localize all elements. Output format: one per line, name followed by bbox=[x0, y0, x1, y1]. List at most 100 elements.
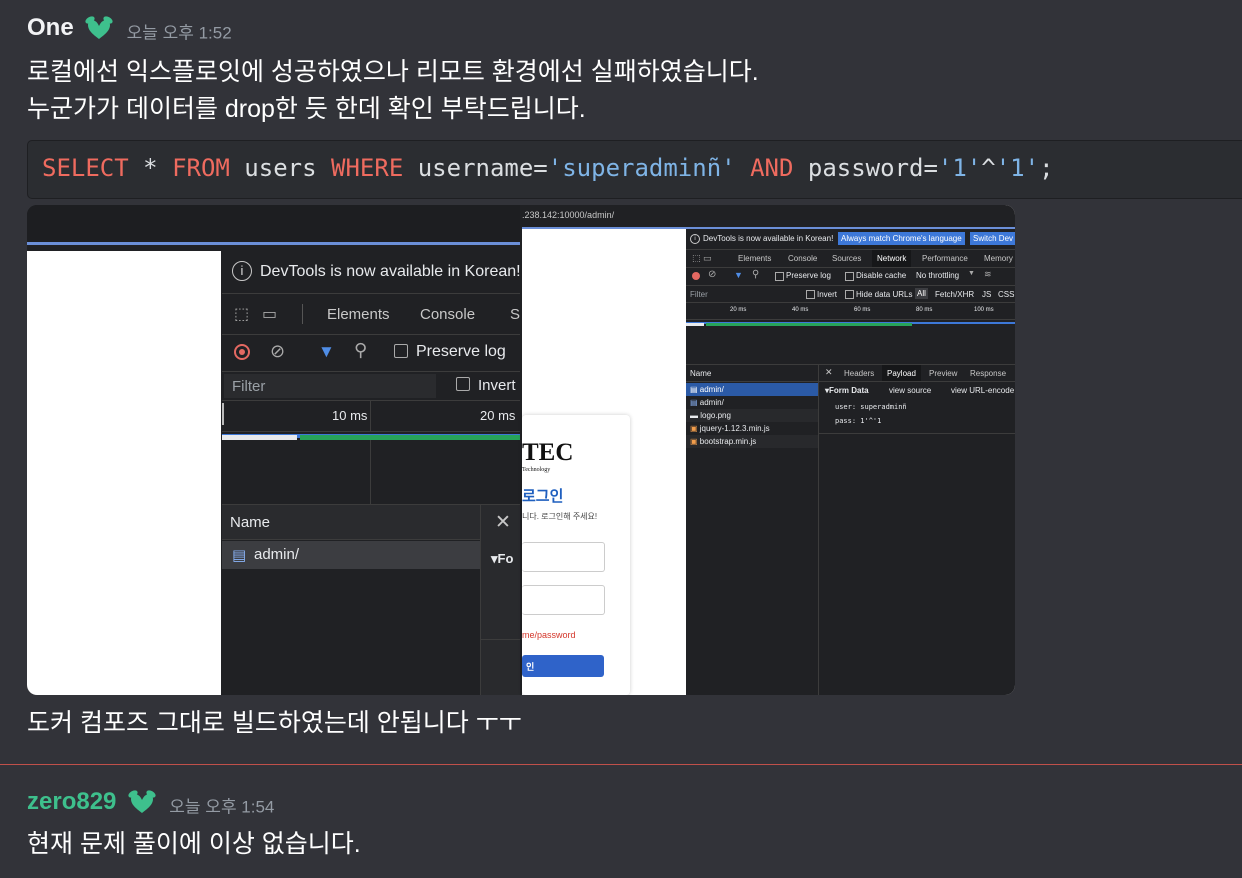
tab-elements[interactable]: Elements bbox=[738, 254, 771, 263]
code-token: ^ bbox=[981, 154, 996, 182]
tab-sources[interactable]: Sources bbox=[832, 254, 861, 263]
notice-text: DevTools is now available in Korean! bbox=[260, 263, 521, 280]
info-icon: i bbox=[690, 234, 700, 244]
filter-icon[interactable]: ▼ bbox=[318, 342, 335, 362]
filter-js[interactable]: JS bbox=[982, 290, 991, 299]
view-source-link[interactable]: view source bbox=[889, 386, 931, 395]
filter-icon[interactable]: ▼ bbox=[734, 270, 743, 280]
tab-memory[interactable]: Memory bbox=[984, 254, 1013, 263]
top-bar bbox=[27, 205, 520, 243]
pass-param: pass: 1'^'1 bbox=[835, 417, 882, 425]
filter-css[interactable]: CSS bbox=[998, 290, 1014, 299]
match-language-button[interactable]: Always match Chrome's language bbox=[838, 232, 965, 245]
tab-payload[interactable]: Payload bbox=[882, 365, 921, 381]
switch-button[interactable]: Switch Dev bbox=[970, 232, 1015, 245]
tab-response[interactable]: Response bbox=[970, 369, 1006, 378]
message-line: 도커 컴포즈 그대로 빌드하였는데 안됩니다 ㅜㅜ bbox=[27, 709, 522, 737]
code-token: '1' bbox=[937, 154, 982, 182]
error-message: me/password bbox=[522, 630, 576, 640]
filter-fetch[interactable]: Fetch/XHR bbox=[935, 290, 974, 299]
view-url-encoded-link[interactable]: view URL-encode bbox=[951, 386, 1014, 395]
message-line: 현재 문제 풀이에 이상 없습니다. bbox=[27, 830, 361, 858]
network-toolbar: ⊘ ▼ ⚲ Preserve log bbox=[222, 335, 520, 372]
tab-console[interactable]: Console bbox=[420, 306, 475, 323]
timeline-bars bbox=[222, 432, 520, 505]
login-card: TEC Technology 로그인 니다. 로그인해 주세요! me/pass… bbox=[522, 415, 630, 695]
page-area bbox=[27, 251, 221, 695]
preserve-checkbox[interactable] bbox=[775, 272, 784, 281]
code-token: username= bbox=[403, 154, 548, 182]
url-text: .238.142:10000/admin/ bbox=[522, 210, 615, 220]
device-icon[interactable]: ▭ bbox=[262, 304, 277, 324]
tab-performance[interactable]: Performance bbox=[922, 254, 968, 263]
code-token: users bbox=[229, 154, 332, 182]
author-name[interactable]: zero829 bbox=[27, 788, 116, 815]
message-header: zero829 오늘 오후 1:54 bbox=[27, 788, 274, 820]
form-data-label: ▾Form Data bbox=[825, 386, 869, 395]
zoomed-devtools: i DevTools is now available in Korean! ⬚… bbox=[27, 205, 521, 695]
record-icon[interactable] bbox=[692, 272, 700, 280]
close-icon[interactable]: ✕ bbox=[495, 511, 511, 534]
code-token: WHERE bbox=[331, 154, 404, 182]
message-line: 로컬에선 익스플로잇에 성공하였으나 리모트 환경에선 실패하였습니다. bbox=[27, 58, 759, 86]
request-row[interactable]: ▤ admin/ bbox=[222, 541, 480, 569]
tab-preview[interactable]: Preview bbox=[929, 369, 957, 378]
devtools-panel: i DevTools is now available in Korean! A… bbox=[686, 229, 1015, 695]
inspect-icon[interactable]: ⬚ ▭ bbox=[692, 253, 712, 264]
accent-line bbox=[27, 242, 520, 245]
request-row[interactable]: ▣ bootstrap.min.js bbox=[686, 435, 818, 448]
login-subtitle: 니다. 로그인해 주세요! bbox=[522, 512, 598, 521]
preserve-checkbox[interactable] bbox=[394, 344, 408, 358]
notice-bar: i DevTools is now available in Korean! bbox=[222, 251, 521, 294]
request-row[interactable]: ▣ jquery-1.12.3.min.js bbox=[686, 422, 818, 435]
record-icon[interactable] bbox=[234, 344, 250, 360]
script-icon: ▣ bbox=[690, 424, 700, 433]
login-logo: TEC bbox=[522, 439, 574, 466]
request-row[interactable]: ▬ logo.png bbox=[686, 409, 818, 422]
login-button[interactable]: 인 bbox=[522, 655, 604, 677]
message-body: 로컬에선 익스플로잇에 성공하였으나 리모트 환경에선 실패하였습니다. 누군가… bbox=[27, 54, 759, 128]
clear-icon[interactable]: ⊘ bbox=[708, 269, 716, 280]
filter-input[interactable]: Filter bbox=[690, 290, 708, 299]
script-icon: ▣ bbox=[690, 437, 700, 446]
attached-screenshot[interactable]: i DevTools is now available in Korean! ⬚… bbox=[27, 205, 1015, 695]
document-icon: ▤ bbox=[690, 398, 700, 407]
detail-pane: ✕ Headers Payload Preview Response ▾Form… bbox=[819, 365, 1015, 695]
wifi-icon[interactable]: ≋ bbox=[984, 269, 992, 280]
name-header: Name bbox=[222, 505, 480, 540]
throttling-select[interactable]: No throttling bbox=[916, 271, 959, 280]
separator bbox=[302, 304, 303, 324]
filter-all[interactable]: All bbox=[915, 288, 928, 299]
request-row[interactable]: ▤ admin/ bbox=[686, 396, 818, 409]
tab-elements[interactable]: Elements bbox=[327, 306, 390, 323]
tab-bar: ⬚ ▭ Elements Console S bbox=[222, 294, 520, 335]
tab-headers[interactable]: Headers bbox=[844, 369, 874, 378]
tab-network[interactable]: Network bbox=[872, 250, 912, 267]
author-name[interactable]: One bbox=[27, 14, 74, 41]
search-icon[interactable]: ⚲ bbox=[752, 269, 759, 280]
tab-console[interactable]: Console bbox=[788, 254, 817, 263]
request-row[interactable]: ▤ admin/ bbox=[686, 383, 818, 396]
tab-sources[interactable]: S bbox=[510, 306, 520, 323]
clear-icon[interactable]: ⊘ bbox=[270, 341, 285, 362]
code-block: SELECT * FROM users WHERE username='supe… bbox=[27, 140, 1242, 199]
username-input[interactable] bbox=[522, 542, 605, 572]
password-input[interactable] bbox=[522, 585, 605, 615]
info-icon: i bbox=[232, 261, 252, 281]
message-header: One 오늘 오후 1:52 bbox=[27, 14, 232, 46]
disable-cache-checkbox[interactable] bbox=[845, 272, 854, 281]
inspect-icon[interactable]: ⬚ bbox=[234, 304, 249, 324]
image-icon: ▬ bbox=[690, 411, 701, 420]
preserve-label: Preserve log bbox=[416, 343, 506, 360]
address-bar: .238.142:10000/admin/ bbox=[522, 205, 1015, 227]
document-icon: ▤ bbox=[232, 547, 247, 564]
close-icon[interactable]: ✕ bbox=[825, 367, 833, 378]
detail-pane: ✕ ▾Fo bbox=[481, 505, 520, 695]
new-messages-divider bbox=[0, 764, 1242, 765]
invert-checkbox[interactable] bbox=[456, 377, 470, 391]
sql-code: SELECT * FROM users WHERE username='supe… bbox=[42, 154, 1054, 182]
code-token: SELECT bbox=[42, 154, 129, 182]
message-body: 도커 컴포즈 그대로 빌드하였는데 안됩니다 ㅜㅜ bbox=[27, 705, 522, 742]
search-icon[interactable]: ⚲ bbox=[354, 340, 367, 361]
message-body: 현재 문제 풀이에 이상 없습니다. bbox=[27, 826, 361, 863]
